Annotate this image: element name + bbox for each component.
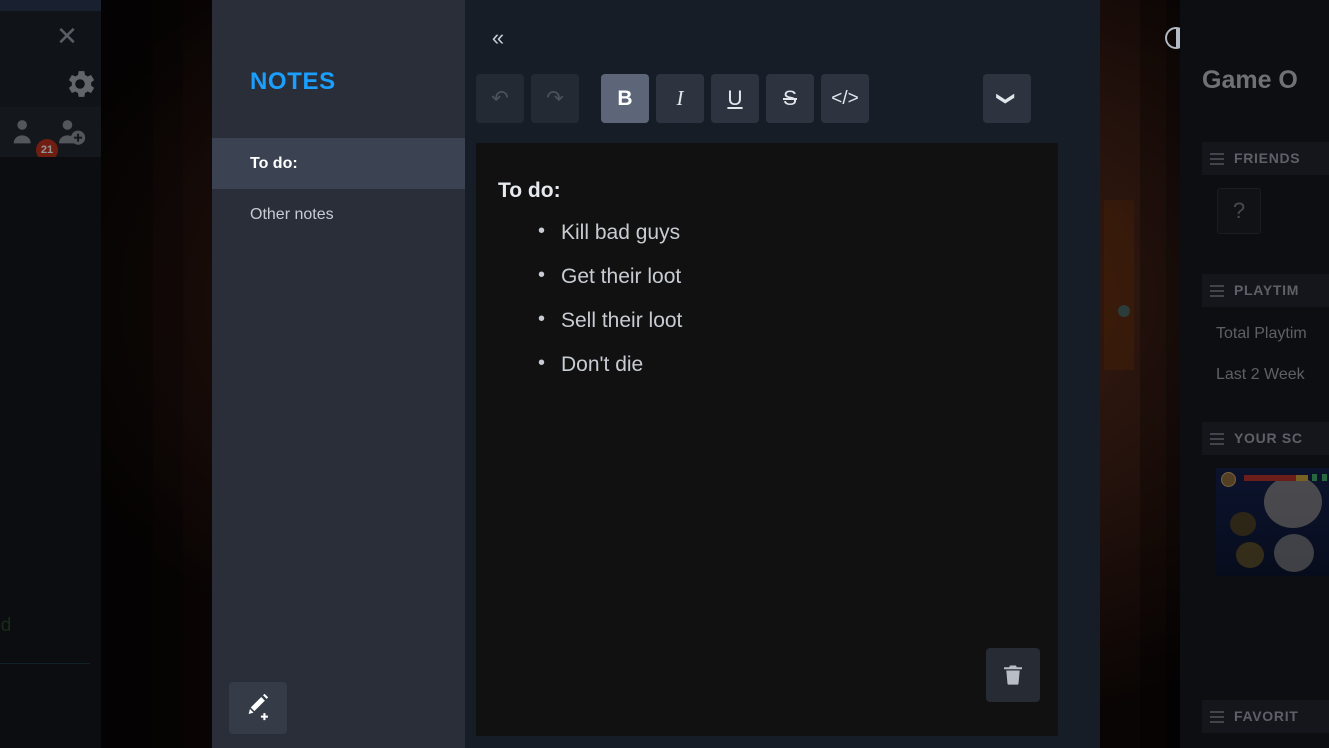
format-toolbar: ↶ ↷ B I U S </> ❯: [465, 74, 1100, 124]
friends-titlebar: [0, 0, 101, 11]
notes-list: To do: Other notes: [212, 138, 465, 240]
strikethrough-button[interactable]: S: [766, 74, 814, 123]
underline-glyph: U: [727, 87, 743, 110]
screenshot-blob: [1264, 476, 1322, 528]
strikethrough-glyph: S: [782, 87, 797, 110]
hamburger-icon[interactable]: [1210, 433, 1224, 445]
overlay-title: Game O: [1202, 66, 1298, 94]
overlay-section-label: PLAYTIM: [1234, 282, 1300, 298]
notes-list-item-other[interactable]: Other notes: [212, 189, 465, 240]
screenshot-health-bar: [1244, 475, 1296, 481]
bold-button[interactable]: B: [601, 74, 649, 123]
note-bullet-item: Don't die: [536, 352, 682, 377]
screenshot-hud-avatar: [1221, 472, 1236, 487]
more-options-button[interactable]: ❯: [983, 74, 1031, 123]
new-note-button[interactable]: [229, 682, 287, 734]
redo-glyph: ↷: [546, 87, 564, 110]
chevron-down-icon: ❯: [997, 90, 1017, 107]
italic-glyph: I: [676, 86, 684, 110]
overlay-section-friends[interactable]: FRIENDS: [1202, 142, 1329, 175]
note-bullet-item: Get their loot: [536, 264, 682, 289]
note-bullet-item: Sell their loot: [536, 308, 682, 333]
add-friend-icon[interactable]: [54, 115, 98, 151]
hamburger-icon[interactable]: [1210, 285, 1224, 297]
underline-button[interactable]: U: [711, 74, 759, 123]
screenshot-gem: [1312, 474, 1317, 481]
screenshot-thumbnail[interactable]: [1216, 468, 1329, 576]
overlay-section-screenshots[interactable]: YOUR SC: [1202, 422, 1329, 455]
note-content-editor[interactable]: To do: Kill bad guys Get their loot Sell…: [476, 143, 1058, 736]
hamburger-icon[interactable]: [1210, 153, 1224, 165]
playtime-row-total: Total Playtim: [1216, 325, 1307, 342]
collapse-sidebar-button[interactable]: «: [481, 24, 515, 54]
overlay-section-label: YOUR SC: [1234, 430, 1303, 446]
friends-action-bar: 21: [0, 107, 101, 161]
undo-glyph: ↶: [491, 87, 509, 110]
friends-body: astered: [0, 157, 101, 748]
screenshot-blob: [1236, 542, 1264, 568]
notes-list-item-todo[interactable]: To do:: [212, 138, 465, 189]
game-overlay-panel: Game O FRIENDS ? PLAYTIM Total Playtim L…: [1180, 0, 1329, 748]
playtime-row-recent: Last 2 Week: [1216, 366, 1305, 383]
note-bullet-list: Kill bad guys Get their loot Sell their …: [536, 220, 682, 397]
bold-glyph: B: [617, 87, 633, 110]
notes-sidebar: NOTES To do: Other notes: [212, 0, 465, 748]
code-glyph: </>: [831, 88, 859, 109]
page-title: NOTES: [250, 68, 336, 95]
overlay-section-playtime[interactable]: PLAYTIM: [1202, 274, 1329, 307]
overlay-section-label: FAVORIT: [1234, 708, 1299, 724]
screenshot-blob: [1230, 512, 1256, 536]
divider: [0, 663, 90, 664]
redo-button[interactable]: ↷: [531, 74, 579, 123]
screenshot-blob: [1274, 534, 1314, 572]
gear-icon[interactable]: [62, 66, 98, 102]
close-icon[interactable]: ✕: [52, 22, 82, 52]
game-title-fragment: astered: [0, 615, 12, 636]
note-bullet-item: Kill bad guys: [536, 220, 682, 245]
italic-button[interactable]: I: [656, 74, 704, 123]
delete-note-button[interactable]: [986, 648, 1040, 702]
screenshot-stamina-bar: [1296, 475, 1308, 481]
overlay-section-label: FRIENDS: [1234, 150, 1301, 166]
avatar[interactable]: ?: [1217, 188, 1261, 234]
code-button[interactable]: </>: [821, 74, 869, 123]
notes-window: NOTES To do: Other notes « ↶ ↷ B I U S <…: [212, 0, 1290, 748]
screenshot-gem: [1322, 474, 1327, 481]
note-heading: To do:: [498, 179, 561, 202]
notes-editor-panel: « ✕ ↶ ↷ B: [465, 0, 1290, 748]
undo-button[interactable]: ↶: [476, 74, 524, 123]
overlay-section-favorites[interactable]: FAVORIT: [1202, 700, 1329, 733]
friends-overlay-strip: ✕ 21 astered: [0, 0, 101, 748]
hamburger-icon[interactable]: [1210, 711, 1224, 723]
editor-topbar: « ✕: [465, 0, 1290, 68]
friend-requests-icon[interactable]: 21: [8, 115, 58, 161]
